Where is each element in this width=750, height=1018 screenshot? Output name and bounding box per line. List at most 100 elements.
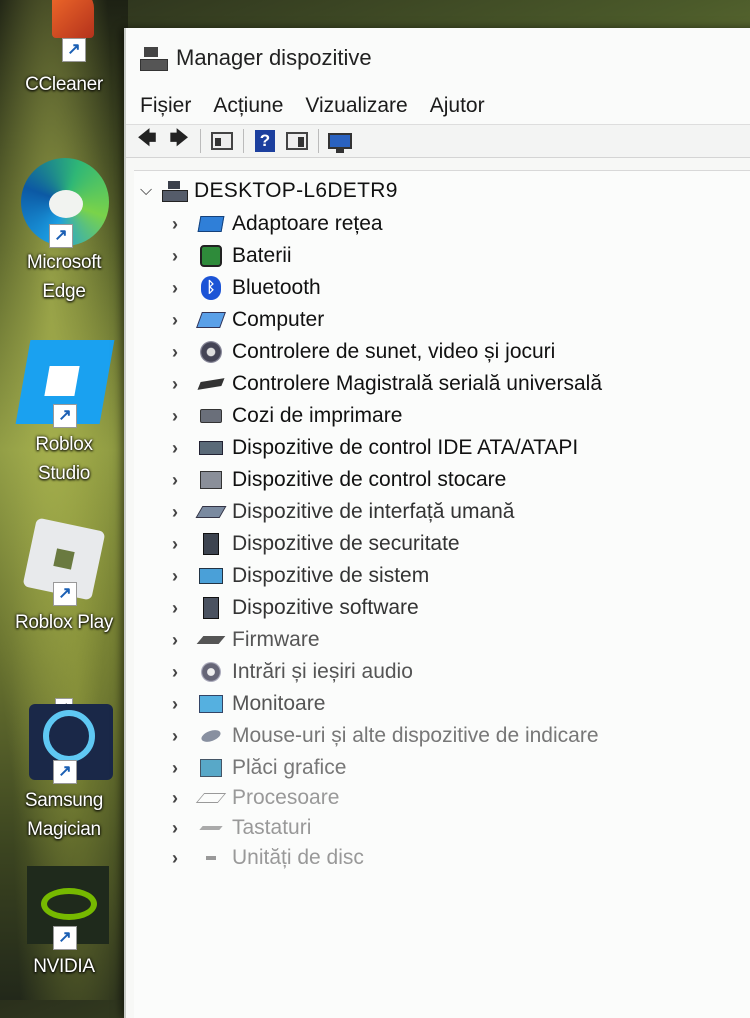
window-title: Manager dispozitive — [176, 45, 372, 70]
tree-item-network-adapters[interactable]: › Adaptoare rețea — [172, 209, 383, 239]
chevron-right-icon[interactable]: › — [172, 534, 198, 555]
desktop-icon-ccleaner[interactable]: ↗ CCleaner — [0, 0, 128, 99]
menu-file[interactable]: Fișier — [140, 94, 191, 118]
tree-item-audio-inputs-outputs[interactable]: › Intrări și ieșiri audio — [172, 657, 413, 687]
ccleaner-icon — [52, 0, 94, 38]
chevron-right-icon[interactable]: › — [172, 818, 198, 839]
tree-item-print-queues[interactable]: › Cozi de imprimare — [172, 401, 402, 431]
software-device-icon — [198, 596, 224, 620]
tree-item-disk-drives[interactable]: › Unități de disc — [172, 843, 364, 873]
tree-item-sound-video-game-controllers[interactable]: › Controlere de sunet, video și jocuri — [172, 337, 555, 367]
printer-icon — [198, 404, 224, 428]
tree-item-label: Dispozitive de interfață umană — [232, 500, 515, 523]
tree-item-mice-pointing-devices[interactable]: › Mouse-uri și alte dispozitive de indic… — [172, 721, 599, 751]
tree-item-firmware[interactable]: › Firmware — [172, 625, 320, 655]
tree-item-label: Monitoare — [232, 692, 326, 715]
desktop-icon-label: Magician — [27, 819, 101, 840]
chevron-right-icon[interactable]: › — [172, 694, 198, 715]
firmware-icon — [196, 628, 226, 652]
network-adapter-icon — [197, 212, 225, 236]
tree-item-human-interface-devices[interactable]: › Dispozitive de interfață umană — [172, 497, 515, 527]
audio-io-icon — [198, 660, 224, 684]
chevron-right-icon[interactable]: › — [172, 848, 198, 869]
chevron-right-icon[interactable]: › — [172, 374, 198, 395]
menu-action[interactable]: Acțiune — [213, 94, 283, 118]
shortcut-arrow-icon: ↗ — [62, 38, 86, 62]
tree-item-keyboards[interactable]: › Tastaturi — [172, 813, 311, 843]
chevron-right-icon[interactable]: › — [172, 406, 198, 427]
chevron-right-icon[interactable]: › — [172, 788, 198, 809]
tree-item-storage-controllers[interactable]: › Dispozitive de control stocare — [172, 465, 506, 495]
toolbar-separator — [200, 129, 201, 153]
tree-item-label: Firmware — [232, 628, 320, 651]
toolbar-separator — [243, 129, 244, 153]
tree-item-processors[interactable]: › Procesoare — [172, 783, 339, 813]
chevron-down-icon[interactable]: ⌵ — [140, 182, 162, 200]
chevron-right-icon[interactable]: › — [172, 342, 198, 363]
shortcut-arrow-icon: ↗ — [53, 760, 77, 784]
tree-item-label: Controlere de sunet, video și jocuri — [232, 340, 556, 363]
chevron-right-icon[interactable]: › — [172, 310, 198, 331]
chevron-right-icon[interactable]: › — [172, 246, 198, 267]
tree-item-system-devices[interactable]: › Dispozitive de sistem — [172, 561, 429, 591]
properties-button[interactable] — [209, 129, 235, 153]
tree-root[interactable]: ⌵ DESKTOP-L6DETR9 — [140, 177, 398, 205]
chevron-right-icon[interactable]: › — [172, 566, 198, 587]
chevron-right-icon[interactable]: › — [172, 630, 198, 651]
tree-item-ide-ata-atapi-controllers[interactable]: › Dispozitive de control IDE ATA/ATAPI — [172, 433, 578, 463]
tree-item-label: Intrări și ieșiri audio — [232, 660, 413, 683]
properties-icon — [211, 132, 233, 150]
back-button[interactable]: 🡄 — [134, 128, 160, 153]
chevron-right-icon[interactable]: › — [172, 662, 198, 683]
bluetooth-icon: ᛒ — [198, 276, 224, 300]
tree-item-display-adapters[interactable]: › Plăci grafice — [172, 753, 346, 783]
tree-item-label: Unități de disc — [232, 846, 364, 869]
chevron-right-icon[interactable]: › — [172, 726, 198, 747]
tree-item-security-devices[interactable]: › Dispozitive de securitate — [172, 529, 460, 559]
chevron-right-icon[interactable]: › — [172, 438, 198, 459]
chevron-right-icon[interactable]: › — [172, 214, 198, 235]
tree-item-monitors[interactable]: › Monitoare — [172, 689, 325, 719]
menu-view[interactable]: Vizualizare — [305, 94, 407, 118]
device-manager-window: Manager dispozitive Fișier Acțiune Vizua… — [124, 28, 750, 1018]
desktop-icon-samsung-magician[interactable]: ✓ ↗ SamsungMagician — [0, 698, 128, 844]
forward-button[interactable]: 🡆 — [166, 128, 192, 153]
device-tree: ⌵ DESKTOP-L6DETR9 › Adaptoare rețea › Ba… — [134, 170, 750, 1018]
desktop-icon-label: NVIDIA — [33, 956, 95, 977]
tree-item-batteries[interactable]: › Baterii — [172, 241, 292, 271]
desktop-icon-roblox-player[interactable]: ↗ Roblox Play — [0, 517, 128, 637]
desktop-icon-label: CCleaner — [25, 74, 103, 95]
tree-item-usb-controllers[interactable]: › Controlere Magistrală serială universa… — [172, 369, 602, 399]
chevron-right-icon[interactable]: › — [172, 502, 198, 523]
chevron-right-icon[interactable]: › — [172, 278, 198, 299]
tree-item-label: Adaptoare rețea — [232, 212, 383, 235]
tree-item-bluetooth[interactable]: › ᛒ Bluetooth — [172, 273, 321, 303]
chevron-right-icon[interactable]: › — [172, 470, 198, 491]
desktop-icon-label: Microsoft — [26, 252, 102, 273]
keyboard-icon — [198, 816, 224, 840]
desktop-icon-roblox-studio[interactable]: ↗ Roblox Studio — [0, 340, 128, 488]
desktop-icon-label: Samsung — [24, 790, 104, 811]
disk-drive-icon — [198, 846, 224, 870]
processor-icon — [195, 786, 227, 810]
ide-controller-icon — [198, 436, 224, 460]
desktop-icon-label: Edge — [42, 281, 86, 302]
back-icon: 🡄 — [137, 128, 157, 148]
tree-item-label: Cozi de imprimare — [232, 404, 403, 427]
monitor-icon — [328, 133, 352, 153]
help-button[interactable]: ? — [252, 129, 278, 153]
menu-help[interactable]: Ajutor — [430, 94, 485, 118]
tree-item-label: Dispozitive de sistem — [232, 564, 430, 587]
storage-controller-icon — [198, 468, 224, 492]
desktop-icon-microsoft-edge[interactable]: ↗ Microsoft Edge — [0, 158, 128, 306]
tree-item-software-devices[interactable]: › Dispozitive software — [172, 593, 419, 623]
chevron-right-icon[interactable]: › — [172, 758, 198, 779]
title-bar[interactable]: Manager dispozitive — [126, 28, 750, 88]
tree-item-computer[interactable]: › Computer — [172, 305, 324, 335]
desktop-icon-nvidia[interactable]: ↗ NVIDIA — [0, 866, 128, 981]
details-button[interactable] — [284, 129, 310, 153]
monitor-icon — [198, 692, 224, 716]
computer-name: DESKTOP-L6DETR9 — [194, 179, 398, 202]
scan-hardware-button[interactable] — [327, 129, 353, 153]
chevron-right-icon[interactable]: › — [172, 598, 198, 619]
